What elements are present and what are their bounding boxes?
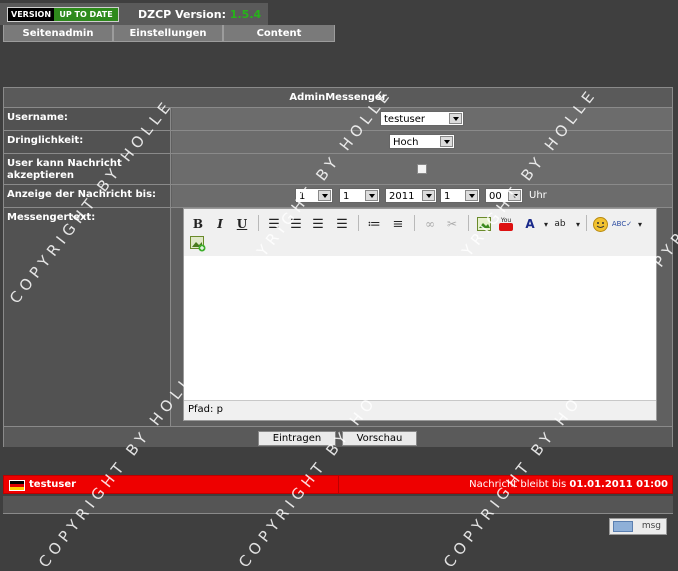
toolbar-separator	[258, 215, 259, 231]
align-center-icon[interactable]: ☰	[288, 216, 304, 232]
month-select-value: 1	[343, 191, 350, 202]
chevron-down-icon	[365, 190, 378, 201]
toolbar-separator	[468, 215, 469, 231]
editor-path-bar: Pfad: p	[184, 400, 656, 420]
insert-image-icon[interactable]	[190, 236, 206, 252]
display-until-label: Anzeige der Nachricht bis:	[4, 185, 171, 207]
year-select[interactable]: 2011	[385, 188, 437, 203]
vorschau-button[interactable]: Vorschau	[342, 431, 417, 446]
hour-select[interactable]: 1	[440, 188, 480, 203]
chevron-down-icon	[465, 190, 478, 201]
main-tabs: Seitenadmin Einstellungen Content	[3, 25, 335, 42]
message-bar-footer	[3, 496, 673, 514]
numbered-list-icon[interactable]: ≡	[390, 216, 406, 232]
username-select[interactable]: testuser	[380, 111, 464, 126]
display-until-row: Anzeige der Nachricht bis: 1 1 2011 1 00	[4, 185, 672, 208]
accept-checkbox[interactable]	[417, 164, 427, 174]
priority-select-value: Hoch	[393, 137, 419, 148]
chevron-down-icon[interactable]: ▾	[570, 216, 586, 232]
username-select-value: testuser	[384, 114, 426, 125]
tab-seitenadmin[interactable]: Seitenadmin	[3, 25, 113, 42]
toolbar-separator	[414, 215, 415, 231]
italic-icon[interactable]: I	[212, 216, 228, 232]
username-value-cell: testuser	[172, 108, 672, 130]
message-editor: B I U ☰ ☰ ☰ ☰ ≔ ≡ ∞ ✂ You A ▾ ab ▾ ABC✓ …	[183, 208, 657, 421]
month-select[interactable]: 1	[339, 188, 380, 203]
hour-select-value: 1	[444, 191, 451, 202]
tab-einstellungen[interactable]: Einstellungen	[113, 25, 223, 42]
toolbar-separator	[586, 215, 587, 231]
priority-select[interactable]: Hoch	[389, 134, 455, 149]
chevron-down-icon	[318, 190, 331, 201]
admin-message-bar: testuser Nachricht bleibt bis 01.01.2011…	[3, 475, 673, 494]
day-select-value: 1	[299, 191, 306, 202]
align-justify-icon[interactable]: ☰	[334, 216, 350, 232]
username-label: Username:	[4, 108, 171, 130]
image-icon[interactable]	[476, 216, 492, 232]
priority-row: Dringlichkeit: Hoch	[4, 131, 672, 154]
panel-title: AdminMessenger	[4, 88, 672, 108]
eintragen-button[interactable]: Eintragen	[258, 431, 336, 446]
priority-value-cell: Hoch	[172, 131, 672, 153]
dzcp-version-label: DZCP Version: 1.5.4	[138, 8, 261, 21]
priority-label: Dringlichkeit:	[4, 131, 171, 153]
dzcp-version-number: 1.5.4	[229, 8, 262, 21]
tab-content[interactable]: Content	[223, 25, 335, 42]
editor-toolbar: B I U ☰ ☰ ☰ ☰ ≔ ≡ ∞ ✂ You A ▾ ab ▾ ABC✓ …	[184, 209, 656, 257]
messenger-icon	[613, 521, 633, 532]
day-select[interactable]: 1	[295, 188, 333, 203]
bullet-list-icon[interactable]: ≔	[366, 216, 382, 232]
highlight-icon[interactable]: ab	[552, 216, 568, 232]
svg-text:You: You	[500, 217, 512, 224]
msg-button-label: msg	[641, 521, 661, 531]
uhr-label: Uhr	[529, 190, 547, 201]
message-bar-user[interactable]: testuser	[29, 479, 76, 490]
chevron-down-icon	[440, 136, 453, 147]
underline-icon[interactable]: U	[234, 216, 250, 232]
message-bar-divider	[338, 476, 339, 493]
spellcheck-icon[interactable]: ABC✓	[612, 216, 632, 232]
message-label: Messengertext:	[4, 208, 171, 426]
minute-select[interactable]: 00	[485, 188, 523, 203]
version-label: VERSION	[11, 10, 52, 19]
chevron-down-icon[interactable]: ▾	[632, 216, 648, 232]
dzcp-version-text: DZCP Version:	[138, 8, 226, 21]
flag-icon	[9, 480, 25, 491]
display-until-value-cell: 1 1 2011 1 00 Uhr	[172, 185, 672, 207]
year-select-value: 2011	[389, 191, 415, 202]
toolbar-separator	[358, 215, 359, 231]
font-color-icon[interactable]: A	[522, 216, 538, 232]
unlink-icon[interactable]: ✂	[444, 216, 460, 232]
message-bar-info-prefix: Nachricht bleibt bis	[469, 479, 567, 490]
chevron-down-icon	[508, 190, 521, 201]
msg-button[interactable]: msg	[609, 518, 667, 535]
youtube-icon[interactable]: You	[498, 216, 514, 232]
chevron-down-icon	[422, 190, 435, 201]
accept-value-cell	[172, 154, 672, 184]
version-status: UP TO DATE	[54, 8, 118, 21]
link-icon[interactable]: ∞	[422, 216, 438, 232]
button-row: Eintragen Vorschau	[4, 426, 672, 447]
message-bar-info: Nachricht bleibt bis 01.01.2011 01:00	[469, 479, 668, 490]
chevron-down-icon	[449, 113, 462, 124]
align-right-icon[interactable]: ☰	[310, 216, 326, 232]
version-badge: VERSION UP TO DATE	[7, 7, 119, 22]
accept-label: User kann Nachricht akzeptieren	[4, 154, 171, 184]
top-bar: VERSION UP TO DATE DZCP Version: 1.5.4	[0, 3, 268, 25]
minute-select-value: 00	[489, 191, 502, 202]
message-bar-info-date: 01.01.2011 01:00	[569, 479, 668, 490]
message-text-area[interactable]	[184, 256, 656, 400]
username-row: Username: testuser	[4, 108, 672, 131]
smiley-icon[interactable]	[592, 216, 608, 232]
bold-icon[interactable]: B	[190, 216, 206, 232]
align-left-icon[interactable]: ☰	[266, 216, 282, 232]
accept-row: User kann Nachricht akzeptieren	[4, 154, 672, 185]
